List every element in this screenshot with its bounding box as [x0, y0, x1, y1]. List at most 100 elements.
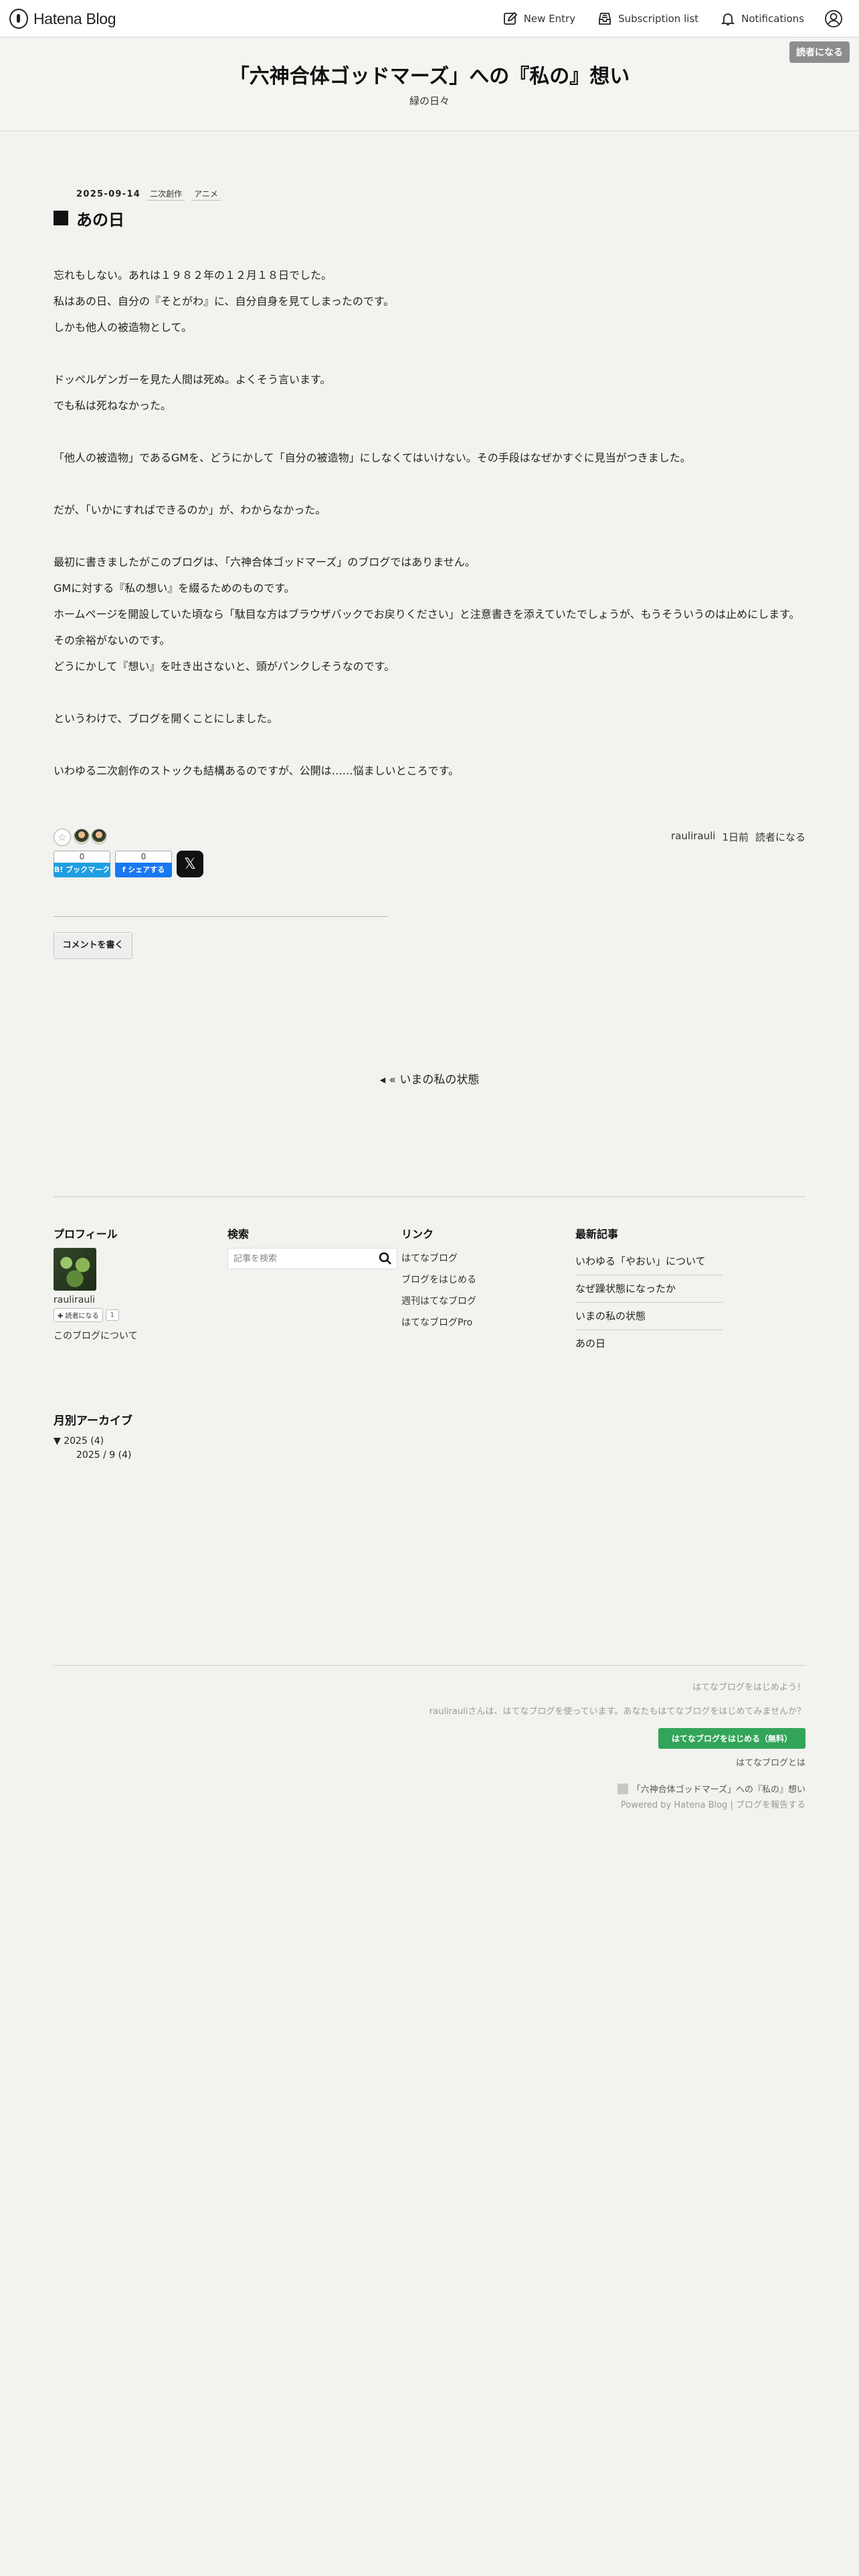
global-header: Hatena Blog New Entry Subscription list …: [0, 0, 859, 37]
author-link[interactable]: raulirauli: [671, 830, 715, 844]
archive-month-link[interactable]: 2025 / 9 (4): [76, 1448, 132, 1463]
user-menu-button[interactable]: [824, 9, 843, 28]
entry-time-link[interactable]: 1日前: [722, 830, 749, 844]
body-paragraph: [54, 679, 805, 706]
blog-favicon-icon: [617, 1783, 628, 1794]
add-star-button[interactable]: ☆: [54, 829, 71, 846]
search-icon: [379, 1252, 391, 1265]
edit-icon: [503, 11, 517, 25]
body-paragraph: ドッペルゲンガーを見た人間は死ぬ。よくそう言います。: [54, 373, 331, 386]
powered-by: Powered by Hatena Blog | ブログを報告する: [617, 1798, 805, 1810]
notifications-link[interactable]: Notifications: [721, 11, 804, 26]
body-paragraph: ホームページを開設していた頃なら「駄目な方はブラウザバックでお戻りください」と注…: [54, 608, 800, 621]
body-paragraph: [54, 419, 805, 445]
divider: [54, 916, 388, 917]
entry-date[interactable]: 2025-09-14: [76, 189, 140, 199]
profile-subscribe-button[interactable]: ✚ 読者になる: [54, 1308, 103, 1322]
body-paragraph: どうにかして『想い』を吐き出さないと、頭がパンクしそうなのです。: [54, 660, 395, 673]
body-paragraph: [54, 340, 805, 366]
body-paragraph: GMに対する『私の想い』を綴るためのものです。: [54, 582, 295, 595]
subscription-list-label: Subscription list: [618, 13, 699, 25]
body-paragraph: でも私は死ねなかった。: [54, 399, 172, 412]
report-blog-link[interactable]: ブログを報告する: [736, 1800, 805, 1810]
category-link[interactable]: 二次創作: [147, 187, 185, 201]
promo-section: はてなブログをはじめよう！ raulirauliさんは、はてなブログを使っていま…: [430, 1681, 805, 1768]
profile-avatar[interactable]: [54, 1248, 96, 1291]
link-start-blog[interactable]: ブログをはじめる: [401, 1269, 562, 1291]
new-entry-link[interactable]: New Entry: [503, 11, 575, 26]
footer-blog-line: 「六神合体ゴッドマーズ」への『私の』想い: [617, 1782, 805, 1795]
blog-title-area: 「六神合体ゴッドマーズ」への『私の』想い 緑の日々: [0, 37, 859, 131]
archive-year-toggle[interactable]: ▼ 2025 (4): [54, 1434, 132, 1448]
user-icon: [825, 10, 842, 27]
module-title: リンク: [401, 1228, 434, 1241]
module-title: 最新記事: [575, 1228, 619, 1241]
subscriber-count: 1: [105, 1309, 119, 1321]
promo-heading: はてなブログをはじめよう！: [692, 1683, 805, 1693]
search-input[interactable]: [228, 1253, 374, 1264]
subscription-list-link[interactable]: Subscription list: [597, 11, 698, 26]
module-title: プロフィール: [54, 1228, 118, 1241]
body-paragraph: いわゆる二次創作のストックも結構あるのですが、公開は……悩ましいところです。: [54, 764, 460, 777]
links-module: リンク はてなブログ ブログをはじめる 週刊はてなブログ はてなブログPro: [401, 1225, 562, 1333]
promo-text: raulirauliさんは、はてなブログを使っています。あなたもはてなブログをは…: [429, 1707, 805, 1717]
author-line: raulirauli 1日前 読者になる: [671, 830, 805, 844]
header-menu: New Entry Subscription list Notification…: [481, 0, 843, 37]
pager: ◂ « いまの私の状態: [0, 1070, 859, 1087]
star-user-avatar[interactable]: [74, 829, 90, 845]
bookmark-count: 0: [54, 851, 110, 863]
search-button[interactable]: [374, 1249, 397, 1269]
new-entry-label: New Entry: [523, 13, 576, 25]
hatena-bookmark-button[interactable]: 0 B! ブックマーク: [54, 851, 110, 877]
powered-prefix: Powered by: [620, 1800, 672, 1810]
author-subscribe-link[interactable]: 読者になる: [755, 830, 805, 844]
facebook-label: f シェアする: [115, 863, 172, 877]
profile-subscribe: ✚ 読者になる 1: [54, 1308, 214, 1322]
notifications-label: Notifications: [741, 13, 804, 25]
start-blog-button[interactable]: はてなブログをはじめる（無料）: [658, 1728, 805, 1749]
facebook-count: 0: [115, 851, 172, 863]
entry: 2025-09-14 二次創作 アニメ あの日 忘れもしない。あれは１９８２年の…: [54, 187, 805, 784]
x-share-button[interactable]: 𝕏: [177, 851, 203, 877]
link-weekly-hatena[interactable]: 週刊はてなブログ: [401, 1291, 562, 1312]
hatena-blog-logo[interactable]: Hatena Blog: [9, 9, 116, 29]
hatena-blog-link[interactable]: Hatena Blog: [674, 1800, 727, 1810]
recent-entry-link[interactable]: なぜ躁状態になったか: [575, 1275, 723, 1303]
blog-title[interactable]: 「六神合体ゴッドマーズ」への『私の』想い: [0, 60, 859, 89]
body-paragraph: [54, 471, 805, 497]
star-user-avatar[interactable]: [91, 829, 107, 845]
search-module: 検索: [227, 1225, 397, 1269]
footer-blog-link[interactable]: 「六神合体ゴッドマーズ」への『私の』想い: [632, 1782, 805, 1795]
divider: [54, 1665, 805, 1666]
write-comment-button[interactable]: コメントを書く: [54, 932, 132, 959]
prev-entry-link[interactable]: ◂ « いまの私の状態: [380, 1073, 480, 1087]
body-paragraph: [54, 523, 805, 549]
archive-module: 月別アーカイブ ▼ 2025 (4) 2025 / 9 (4): [54, 1411, 132, 1463]
body-paragraph: 忘れもしない。あれは１９８２年の１２月１８日でした。: [54, 269, 332, 282]
about-hatena-blog-link[interactable]: はてなブログとは: [430, 1755, 805, 1768]
footer-modules: プロフィール raulirauli ✚ 読者になる 1 このブログについて 検索…: [54, 1225, 805, 1350]
entry-title-link[interactable]: あの日: [76, 207, 124, 230]
facebook-share-button[interactable]: 0 f シェアする: [115, 851, 172, 877]
link-hatena-blog[interactable]: はてなブログ: [401, 1248, 562, 1269]
site-footer: 「六神合体ゴッドマーズ」への『私の』想い Powered by Hatena B…: [617, 1782, 805, 1810]
category-link[interactable]: アニメ: [191, 187, 221, 201]
entry-body: 忘れもしない。あれは１９８２年の１２月１８日でした。 私はあの日、自分の『そとが…: [54, 262, 805, 784]
body-paragraph: 私はあの日、自分の『そとがわ』に、自分自身を見てしまったのです。: [54, 295, 395, 308]
blog-description: 緑の日々: [409, 95, 450, 107]
recent-entry-link[interactable]: いわゆる「やおい」について: [575, 1248, 723, 1275]
recent-entry-link[interactable]: いまの私の状態: [575, 1303, 723, 1330]
body-paragraph: だが、「いかにすればできるのか」が、わからなかった。: [54, 504, 326, 516]
x-icon: 𝕏: [184, 855, 196, 873]
body-paragraph: 最初に書きましたがこのブログは、「六神合体ゴッドマーズ」のブログではありません。: [54, 556, 476, 568]
body-paragraph: [54, 732, 805, 758]
inbox-icon: [599, 13, 611, 25]
divider: [54, 1196, 805, 1197]
recent-entry-link[interactable]: あの日: [575, 1330, 723, 1357]
share-buttons: 0 B! ブックマーク 0 f シェアする 𝕏: [54, 851, 203, 880]
module-title: 月別アーカイブ: [54, 1414, 132, 1428]
subscribe-button[interactable]: 読者になる: [789, 41, 850, 63]
link-hatena-pro[interactable]: はてなブログPro: [401, 1312, 562, 1333]
about-blog-link[interactable]: このブログについて: [54, 1329, 214, 1342]
profile-name[interactable]: raulirauli: [54, 1295, 214, 1305]
